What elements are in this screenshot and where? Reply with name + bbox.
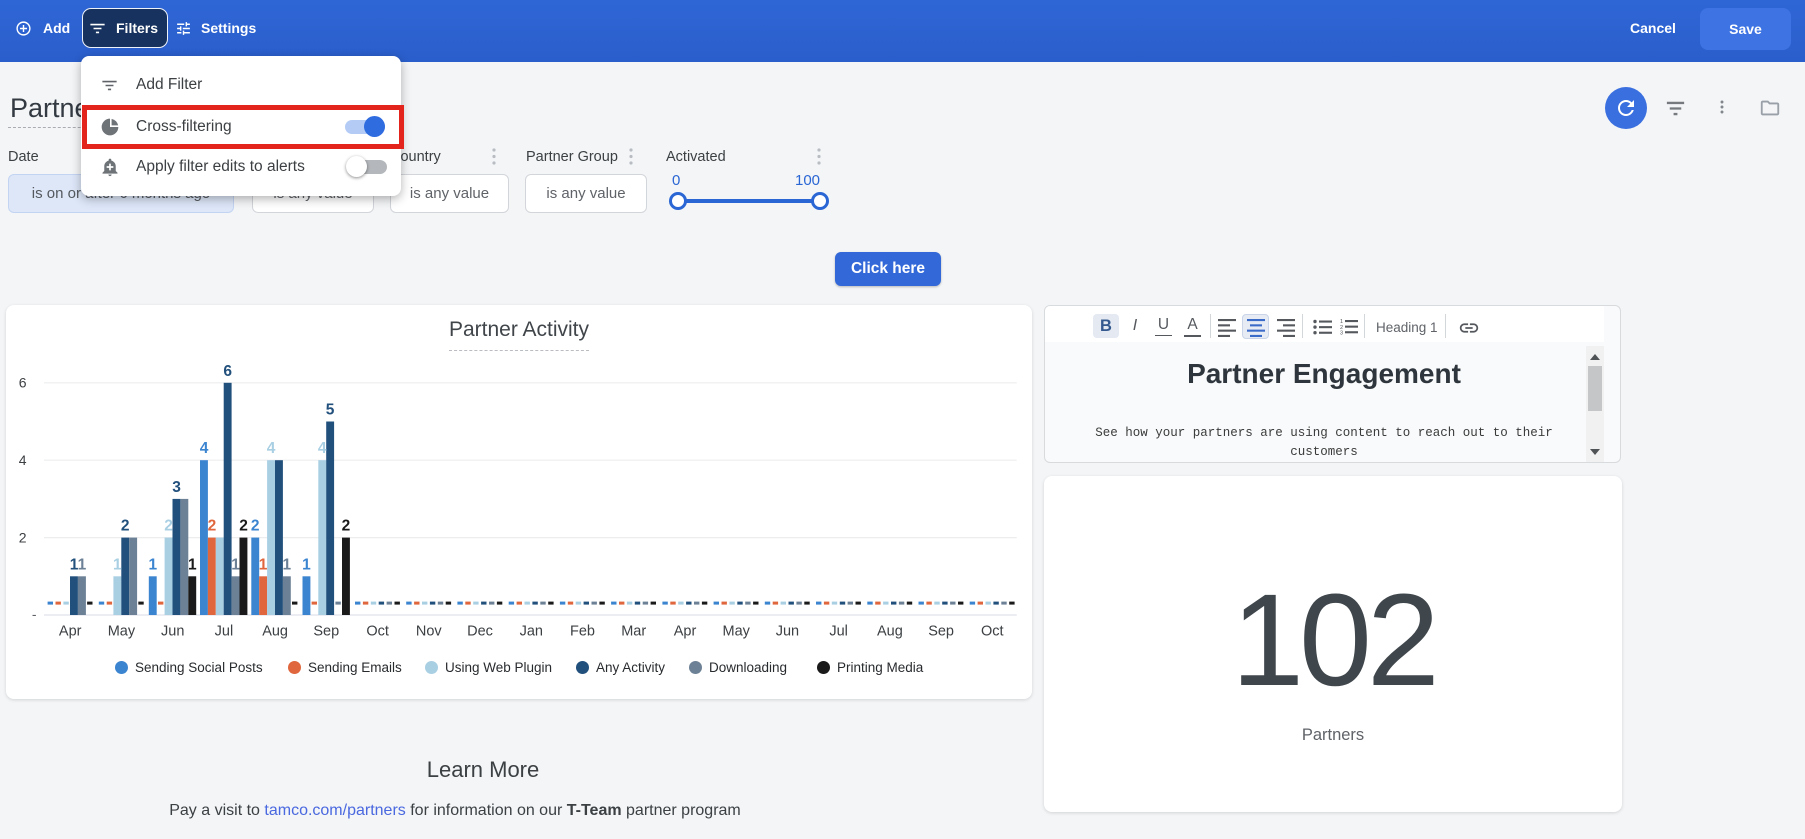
svg-text:Mar: Mar xyxy=(621,624,646,640)
svg-text:Aug: Aug xyxy=(262,624,288,640)
svg-text:1: 1 xyxy=(302,556,311,573)
svg-text:Jun: Jun xyxy=(161,624,184,640)
svg-text:1: 1 xyxy=(231,556,240,573)
svg-text:1: 1 xyxy=(282,556,291,573)
svg-text:3: 3 xyxy=(172,479,181,496)
svg-text:2: 2 xyxy=(19,529,27,545)
svg-text:6: 6 xyxy=(19,375,27,391)
svg-text:1: 1 xyxy=(188,556,197,573)
svg-text:Apr: Apr xyxy=(674,624,697,640)
svg-text:Feb: Feb xyxy=(570,624,595,640)
svg-text:Dec: Dec xyxy=(467,624,493,640)
svg-text:Oct: Oct xyxy=(366,624,389,640)
svg-text:1: 1 xyxy=(113,556,122,573)
svg-text:2: 2 xyxy=(251,518,260,535)
svg-text:1: 1 xyxy=(148,556,157,573)
svg-text:4: 4 xyxy=(200,440,209,457)
svg-text:2: 2 xyxy=(164,518,173,535)
svg-text:Nov: Nov xyxy=(416,624,443,640)
svg-text:6: 6 xyxy=(223,363,232,380)
svg-text:May: May xyxy=(722,624,750,640)
svg-text:1: 1 xyxy=(259,556,268,573)
svg-text:Sep: Sep xyxy=(928,624,954,640)
svg-text:2: 2 xyxy=(342,518,351,535)
svg-text:Apr: Apr xyxy=(59,624,82,640)
svg-text:Jul: Jul xyxy=(829,624,848,640)
svg-text:5: 5 xyxy=(326,402,335,419)
svg-text:2: 2 xyxy=(239,518,248,535)
svg-text:Jan: Jan xyxy=(520,624,543,640)
svg-text:Jul: Jul xyxy=(215,624,234,640)
svg-text:Aug: Aug xyxy=(877,624,903,640)
svg-text:2: 2 xyxy=(208,518,217,535)
svg-text:Oct: Oct xyxy=(981,624,1004,640)
svg-text:-: - xyxy=(32,606,37,622)
svg-text:Sep: Sep xyxy=(313,624,339,640)
svg-text:May: May xyxy=(108,624,136,640)
svg-text:4: 4 xyxy=(318,440,327,457)
svg-text:4: 4 xyxy=(267,440,276,457)
svg-text:3: 3 xyxy=(1340,330,1343,336)
svg-text:Jun: Jun xyxy=(776,624,799,640)
svg-text:2: 2 xyxy=(121,518,130,535)
svg-text:4: 4 xyxy=(19,452,27,468)
svg-text:1: 1 xyxy=(78,556,87,573)
